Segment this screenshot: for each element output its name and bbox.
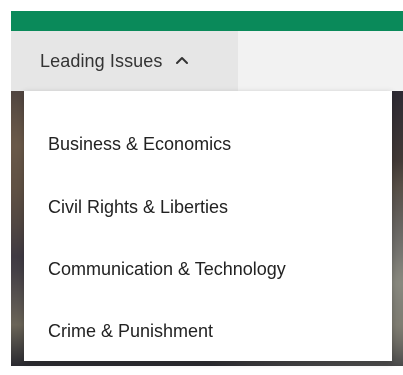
- leading-issues-label: Leading Issues: [40, 50, 163, 71]
- menu-item-communication-technology[interactable]: Communication & Technology: [48, 258, 286, 280]
- leading-issues-menu-button[interactable]: Leading Issues: [11, 31, 238, 91]
- menu-item-crime-punishment[interactable]: Crime & Punishment: [48, 320, 213, 342]
- leading-issues-dropdown: Business & Economics Civil Rights & Libe…: [24, 91, 392, 361]
- brand-bar: [11, 11, 403, 31]
- menu-item-civil-rights-liberties[interactable]: Civil Rights & Liberties: [48, 196, 228, 218]
- page: Leading Issues Business & Economics Civi…: [0, 0, 403, 375]
- menu-item-business-economics[interactable]: Business & Economics: [48, 133, 231, 155]
- chevron-up-icon: [175, 55, 189, 65]
